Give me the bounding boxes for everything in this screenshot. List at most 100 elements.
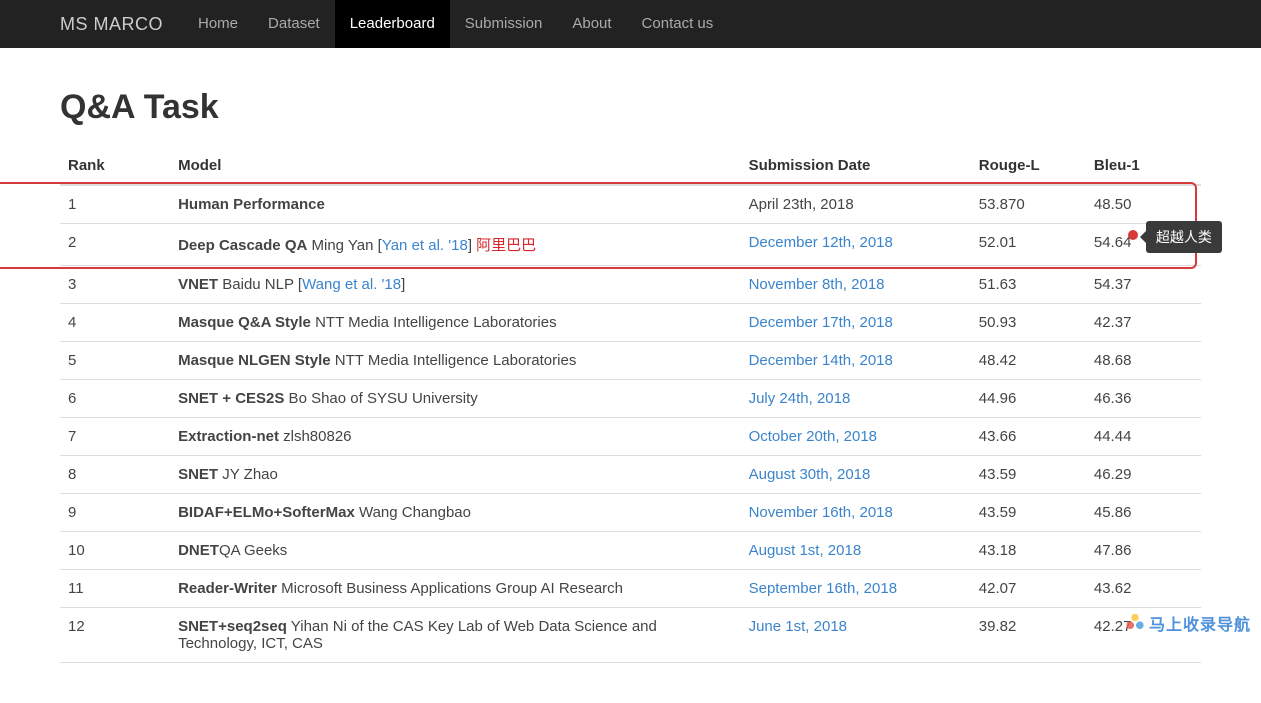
table-row: 1Human PerformanceApril 23th, 201853.870… bbox=[60, 185, 1201, 224]
model-name: DNET bbox=[178, 542, 219, 559]
callout-badge: 超越人类 bbox=[1146, 221, 1222, 253]
model-affiliation: NTT Media Intelligence Laboratories bbox=[331, 352, 577, 369]
date-link[interactable]: October 20th, 2018 bbox=[749, 428, 877, 445]
cell-bleu: 48.50 bbox=[1086, 185, 1201, 224]
table-row: 2Deep Cascade QA Ming Yan [Yan et al. '1… bbox=[60, 224, 1201, 266]
cell-rank: 8 bbox=[60, 456, 170, 494]
cell-date: November 8th, 2018 bbox=[741, 266, 971, 304]
cell-bleu: 42.37 bbox=[1086, 304, 1201, 342]
cell-model: Reader-Writer Microsoft Business Applica… bbox=[170, 570, 741, 608]
cell-rouge: 48.42 bbox=[971, 342, 1086, 380]
nav-submission[interactable]: Submission bbox=[450, 0, 558, 48]
table-row: 7Extraction-net zlsh80826October 20th, 2… bbox=[60, 418, 1201, 456]
cell-date: December 12th, 2018 bbox=[741, 224, 971, 266]
table-row: 8SNET JY ZhaoAugust 30th, 201843.5946.29 bbox=[60, 456, 1201, 494]
table-row: 6SNET + CES2S Bo Shao of SYSU University… bbox=[60, 380, 1201, 418]
navbar: MS MARCO HomeDatasetLeaderboardSubmissio… bbox=[0, 0, 1261, 48]
cell-rouge: 51.63 bbox=[971, 266, 1086, 304]
model-affiliation: Wang Changbao bbox=[355, 504, 471, 521]
cell-rouge: 42.07 bbox=[971, 570, 1086, 608]
cell-rank: 9 bbox=[60, 494, 170, 532]
col-rouge: Rouge-L bbox=[971, 147, 1086, 185]
nav-leaderboard[interactable]: Leaderboard bbox=[335, 0, 450, 48]
brand[interactable]: MS MARCO bbox=[60, 14, 163, 35]
cell-rouge: 52.01 bbox=[971, 224, 1086, 266]
cell-model: SNET+seq2seq Yihan Ni of the CAS Key Lab… bbox=[170, 608, 741, 663]
watermark-text: 马上收录导航 bbox=[1149, 611, 1251, 635]
date-link[interactable]: November 16th, 2018 bbox=[749, 504, 893, 521]
model-name: Reader-Writer bbox=[178, 580, 277, 597]
cell-model: Extraction-net zlsh80826 bbox=[170, 418, 741, 456]
date-link[interactable]: August 30th, 2018 bbox=[749, 466, 871, 483]
model-name: Masque Q&A Style bbox=[178, 314, 311, 331]
table-row: 10DNETQA GeeksAugust 1st, 201843.1847.86 bbox=[60, 532, 1201, 570]
date-link[interactable]: September 16th, 2018 bbox=[749, 580, 897, 597]
cell-bleu: 48.68 bbox=[1086, 342, 1201, 380]
table-body: 1Human PerformanceApril 23th, 201853.870… bbox=[60, 185, 1201, 663]
callout-dot bbox=[1128, 230, 1138, 240]
nav-dataset[interactable]: Dataset bbox=[253, 0, 335, 48]
model-post-citation: ] bbox=[468, 237, 476, 254]
cell-rank: 2 bbox=[60, 224, 170, 266]
cell-bleu: 44.44 bbox=[1086, 418, 1201, 456]
citation-link[interactable]: Wang et al. '18 bbox=[302, 276, 401, 293]
cell-rouge: 39.82 bbox=[971, 608, 1086, 663]
model-name: VNET bbox=[178, 276, 218, 293]
col-bleu: Bleu-1 bbox=[1086, 147, 1201, 185]
date-link[interactable]: December 12th, 2018 bbox=[749, 234, 893, 251]
cell-rank: 10 bbox=[60, 532, 170, 570]
model-affiliation: zlsh80826 bbox=[279, 428, 352, 445]
cell-rouge: 43.66 bbox=[971, 418, 1086, 456]
cell-date: December 17th, 2018 bbox=[741, 304, 971, 342]
date-link[interactable]: July 24th, 2018 bbox=[749, 390, 851, 407]
cell-model: Deep Cascade QA Ming Yan [Yan et al. '18… bbox=[170, 224, 741, 266]
model-name: BIDAF+ELMo+SofterMax bbox=[178, 504, 355, 521]
cell-bleu: 46.36 bbox=[1086, 380, 1201, 418]
cell-rouge: 43.59 bbox=[971, 456, 1086, 494]
model-affiliation: Baidu NLP [ bbox=[218, 276, 302, 293]
cell-rouge: 53.870 bbox=[971, 185, 1086, 224]
cell-model: SNET JY Zhao bbox=[170, 456, 741, 494]
date-link[interactable]: December 14th, 2018 bbox=[749, 352, 893, 369]
model-affiliation: JY Zhao bbox=[218, 466, 278, 483]
date-link[interactable]: December 17th, 2018 bbox=[749, 314, 893, 331]
cell-rouge: 50.93 bbox=[971, 304, 1086, 342]
nav-about[interactable]: About bbox=[557, 0, 626, 48]
model-affiliation: Microsoft Business Applications Group AI… bbox=[277, 580, 623, 597]
model-name: SNET+seq2seq bbox=[178, 618, 287, 635]
model-name: Deep Cascade QA bbox=[178, 237, 307, 254]
main-container: Q&A Task Rank Model Submission Date Roug… bbox=[0, 48, 1261, 703]
cell-rank: 4 bbox=[60, 304, 170, 342]
table-row: 5Masque NLGEN Style NTT Media Intelligen… bbox=[60, 342, 1201, 380]
cell-rank: 1 bbox=[60, 185, 170, 224]
cell-bleu: 46.29 bbox=[1086, 456, 1201, 494]
date-link[interactable]: November 8th, 2018 bbox=[749, 276, 885, 293]
cell-model: BIDAF+ELMo+SofterMax Wang Changbao bbox=[170, 494, 741, 532]
cell-rank: 3 bbox=[60, 266, 170, 304]
model-affiliation: NTT Media Intelligence Laboratories bbox=[311, 314, 557, 331]
model-affiliation: QA Geeks bbox=[219, 542, 287, 559]
cell-model: Masque NLGEN Style NTT Media Intelligenc… bbox=[170, 342, 741, 380]
cell-model: VNET Baidu NLP [Wang et al. '18] bbox=[170, 266, 741, 304]
cell-rank: 6 bbox=[60, 380, 170, 418]
model-name: Extraction-net bbox=[178, 428, 279, 445]
cell-rank: 5 bbox=[60, 342, 170, 380]
date-link[interactable]: August 1st, 2018 bbox=[749, 542, 862, 559]
cell-model: Masque Q&A Style NTT Media Intelligence … bbox=[170, 304, 741, 342]
cell-model: DNETQA Geeks bbox=[170, 532, 741, 570]
cell-date: April 23th, 2018 bbox=[741, 185, 971, 224]
nav-home[interactable]: Home bbox=[183, 0, 253, 48]
model-name: SNET bbox=[178, 466, 218, 483]
cell-bleu: 47.86 bbox=[1086, 532, 1201, 570]
table-row: 4Masque Q&A Style NTT Media Intelligence… bbox=[60, 304, 1201, 342]
table-row: 3VNET Baidu NLP [Wang et al. '18] Novembe… bbox=[60, 266, 1201, 304]
date-link[interactable]: June 1st, 2018 bbox=[749, 618, 847, 635]
citation-link[interactable]: Yan et al. '18 bbox=[382, 237, 468, 254]
cell-date: December 14th, 2018 bbox=[741, 342, 971, 380]
cell-rank: 12 bbox=[60, 608, 170, 663]
table-row: 9BIDAF+ELMo+SofterMax Wang ChangbaoNovem… bbox=[60, 494, 1201, 532]
cell-model: Human Performance bbox=[170, 185, 741, 224]
col-date: Submission Date bbox=[741, 147, 971, 185]
nav-contact-us[interactable]: Contact us bbox=[627, 0, 729, 48]
cell-bleu: 45.86 bbox=[1086, 494, 1201, 532]
